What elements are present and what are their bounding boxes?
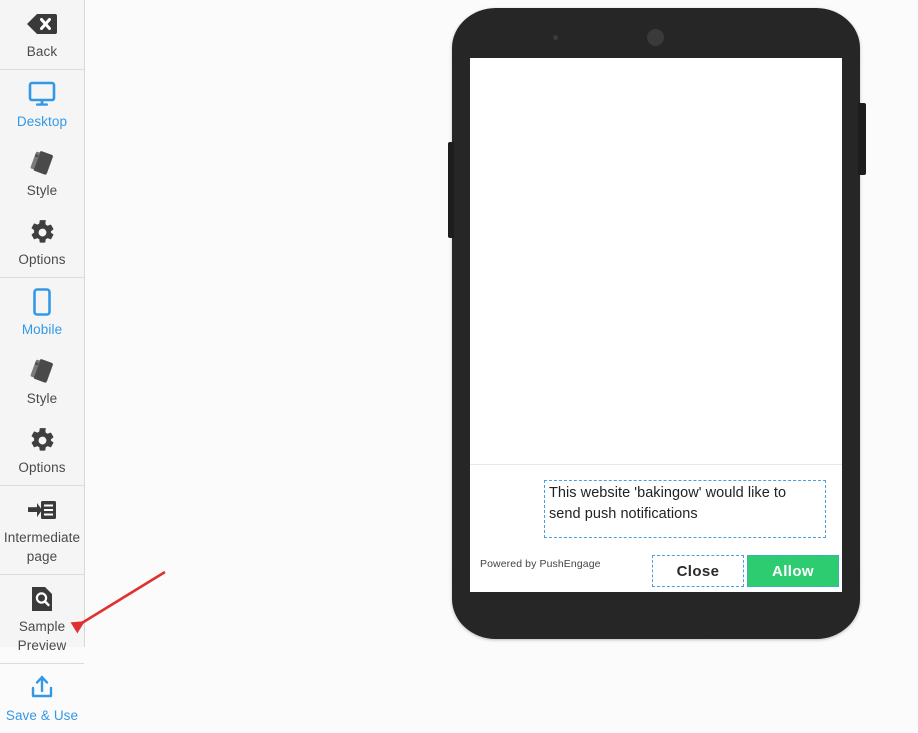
sidebar-group-desktop: Desktop Style Options (0, 70, 84, 278)
sidebar-item-intermediate-page[interactable]: Intermediate page (0, 486, 84, 574)
sidebar-item-desktop-options[interactable]: Options (0, 208, 84, 277)
sidebar-item-label: Sample Preview (17, 619, 67, 653)
sidebar-group-mobile: Mobile Style Options (0, 278, 84, 486)
sidebar-item-mobile[interactable]: Mobile (0, 278, 84, 347)
front-camera-icon (647, 29, 664, 46)
document-magnifier-icon (30, 584, 54, 614)
sidebar-group-sample-preview: Sample Preview (0, 575, 84, 664)
close-button[interactable]: Close (652, 555, 744, 587)
push-optin-dialog: This website 'bakingow' would like to se… (470, 465, 842, 592)
sidebar-item-label: Back (26, 44, 58, 59)
allow-button[interactable]: Allow (747, 555, 839, 587)
sidebar-item-label: Style (26, 391, 58, 406)
backspace-x-icon (27, 9, 57, 39)
phone-icon (32, 287, 52, 317)
upload-icon (28, 673, 56, 703)
arrow-into-list-icon (28, 495, 56, 525)
monitor-icon (28, 79, 56, 109)
left-toolbar-sidebar: Back Desktop Style Options Mobile Style … (0, 0, 85, 723)
sidebar-item-label: Intermediate page (3, 530, 81, 564)
optin-message-text[interactable]: This website 'bakingow' would like to se… (544, 480, 826, 538)
phone-screen: This website 'bakingow' would like to se… (470, 58, 842, 592)
proximity-sensor-icon (553, 35, 558, 40)
power-button (858, 103, 866, 175)
gear-icon (29, 217, 56, 247)
style-cards-icon (28, 356, 56, 386)
gear-icon (29, 425, 56, 455)
sidebar-item-mobile-style[interactable]: Style (0, 347, 84, 416)
sidebar-group-intermediate: Intermediate page (0, 486, 84, 575)
sidebar-item-desktop[interactable]: Desktop (0, 70, 84, 139)
sidebar-item-back[interactable]: Back (0, 0, 84, 69)
sidebar-item-label: Mobile (21, 322, 63, 337)
sidebar-group-save: Save & Use (0, 664, 84, 733)
volume-button (448, 142, 454, 238)
sidebar-item-sample-preview[interactable]: Sample Preview (0, 575, 84, 663)
sidebar-item-mobile-options[interactable]: Options (0, 416, 84, 485)
screen-blank-area (470, 58, 842, 465)
sidebar-item-label: Desktop (16, 114, 68, 129)
powered-by-label: Powered by PushEngage (480, 558, 601, 570)
sidebar-item-desktop-style[interactable]: Style (0, 139, 84, 208)
sidebar-item-label: Options (18, 460, 66, 475)
style-cards-icon (28, 148, 56, 178)
sidebar-item-label: Save & Use (5, 708, 79, 723)
sidebar-item-save-and-use[interactable]: Save & Use (0, 664, 84, 733)
sidebar-item-label: Style (26, 183, 58, 198)
sidebar-item-label: Options (18, 252, 66, 267)
sidebar-group-back: Back (0, 0, 84, 70)
mobile-phone-preview-frame: This website 'bakingow' would like to se… (448, 8, 866, 639)
